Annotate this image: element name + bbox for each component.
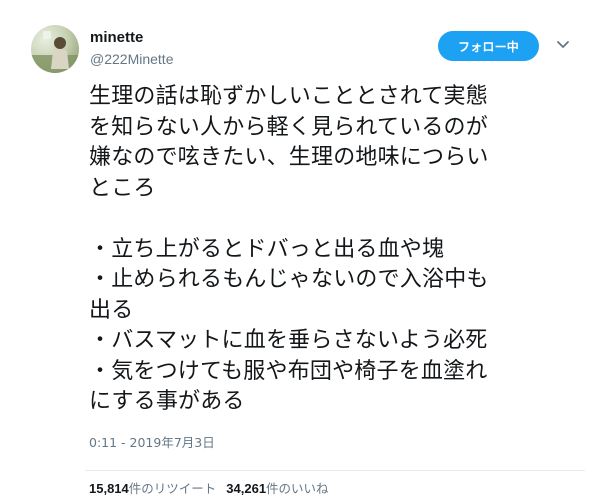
tweet-card: minette @222Minette フォロー中 生理の話は恥ずかしいこととさ…: [0, 0, 600, 500]
retweets-count: 15,814: [89, 481, 129, 496]
avatar[interactable]: [31, 25, 79, 73]
display-name[interactable]: minette: [90, 29, 143, 47]
likes-stat[interactable]: 34,261件のいいね: [226, 481, 328, 497]
retweets-label: 件のリツイート: [128, 481, 217, 496]
tweet-text: 生理の話は恥ずかしいこととされて実態 を知らない人から軽く見られているのが 嫌な…: [89, 84, 489, 414]
following-button[interactable]: フォロー中: [438, 31, 539, 61]
retweets-stat[interactable]: 15,814件のリツイート: [89, 481, 216, 497]
likes-count: 34,261: [226, 481, 267, 496]
divider: [85, 470, 585, 471]
tweet-stats: 15,814件のリツイート 34,261件のいいね: [89, 481, 329, 497]
tweet-timestamp[interactable]: 0:11 - 2019年7月3日: [89, 435, 215, 451]
chevron-down-icon[interactable]: [556, 40, 570, 50]
likes-label: 件のいいね: [266, 481, 329, 496]
user-handle[interactable]: @222Minette: [90, 50, 173, 68]
avatar-image: [31, 25, 79, 73]
